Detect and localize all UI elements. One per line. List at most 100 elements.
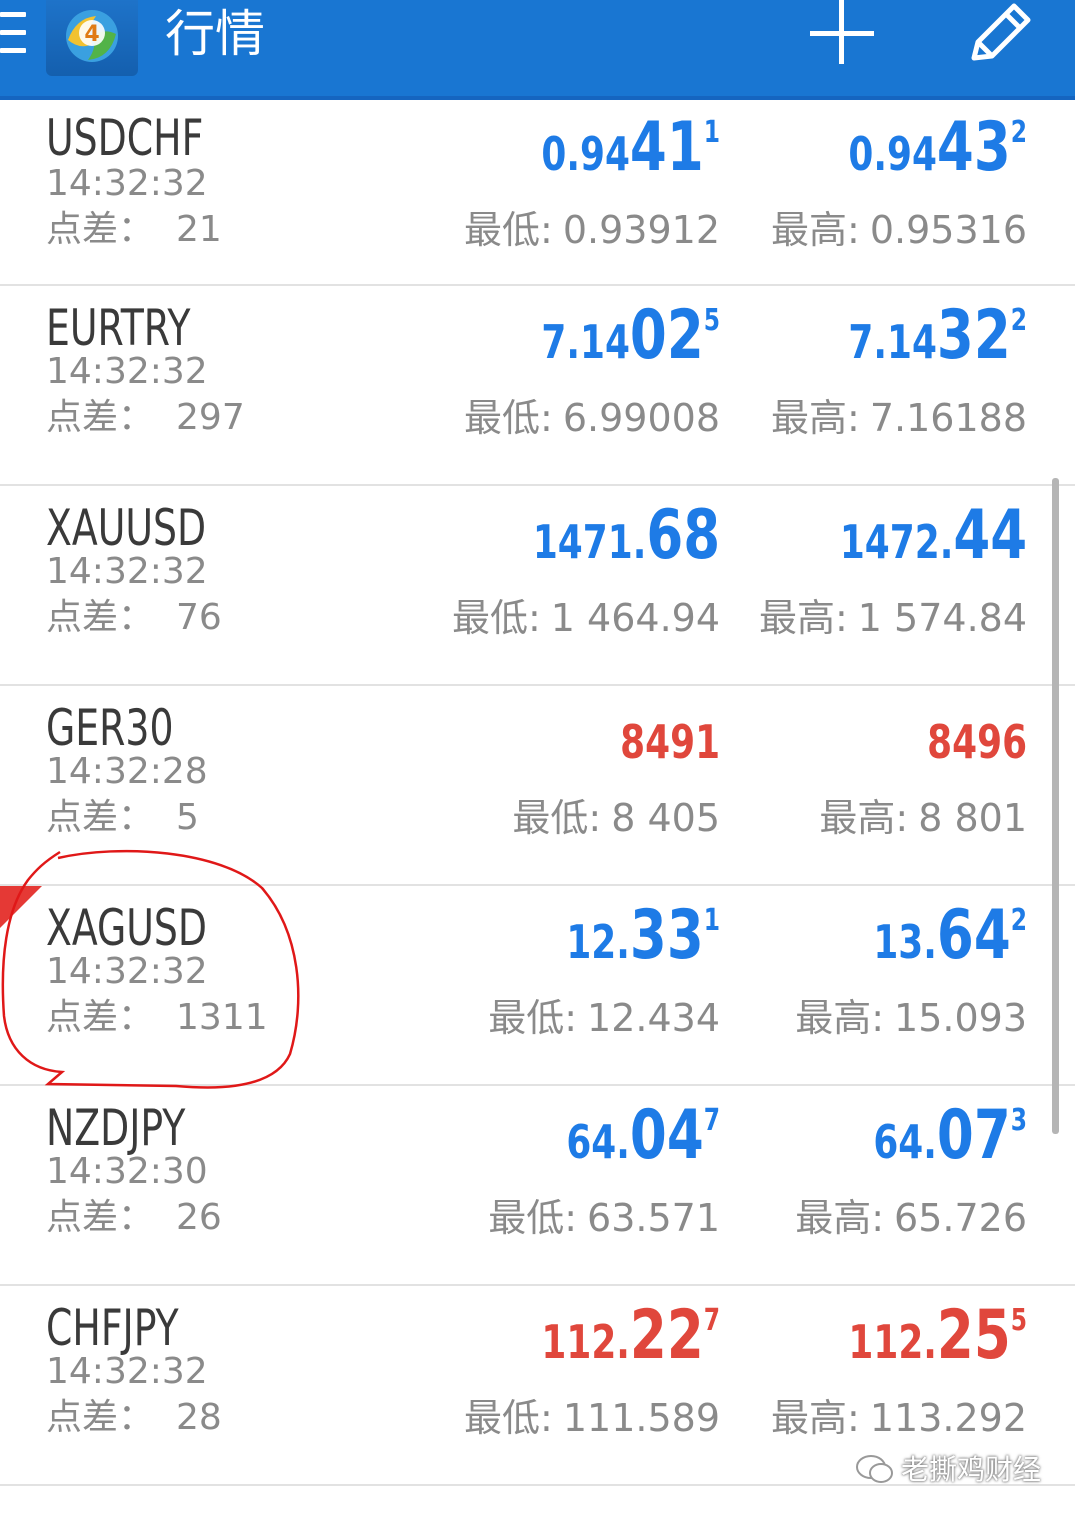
bid-price[interactable]: 12.331 xyxy=(566,896,720,976)
high-value: 8 801 xyxy=(918,796,1027,840)
spread-label: 点差： xyxy=(46,397,155,438)
low-label: 最低: xyxy=(464,1396,553,1440)
quote-row-eurtry[interactable]: EURTRY 14:32:32 点差： 297 7.14025 7.14322 最低: 6.9… xyxy=(0,286,1075,486)
quote-row-nzdjpy[interactable]: NZDJPY 14:32:30 点差： 26 64.047 64.073 最低: 63.571… xyxy=(0,1086,1075,1286)
daily-low: 最低: 1 464.94 xyxy=(452,592,720,644)
daily-high: 最高: 0.95316 xyxy=(771,204,1027,256)
quote-row-ger30[interactable]: GER30 14:32:28 点差： 5 8491 8496 最低: 8 405 最高: 8 80… xyxy=(0,686,1075,886)
spread-value: 297 xyxy=(176,397,245,438)
high-value: 113.292 xyxy=(869,1396,1027,1440)
quote-time: 14:32:32 xyxy=(46,351,208,392)
ask-price[interactable]: 64.073 xyxy=(873,1096,1027,1176)
bid-price-pipette: 1 xyxy=(703,115,720,150)
quote-time: 14:32:28 xyxy=(46,751,208,792)
daily-low: 最低: 6.99008 xyxy=(464,392,720,444)
high-label: 最高: xyxy=(795,1196,885,1240)
ask-price[interactable]: 7.14322 xyxy=(848,296,1027,376)
bid-price-pipette: 1 xyxy=(703,903,720,938)
scrollbar[interactable] xyxy=(1052,478,1059,1134)
add-symbol-button[interactable] xyxy=(806,0,878,66)
bid-price-small: 1471. xyxy=(532,515,647,569)
bid-price-big: 33 xyxy=(629,896,704,975)
high-label: 最高: xyxy=(771,1396,860,1440)
ask-price-big: 07 xyxy=(936,1096,1011,1175)
low-label: 最低: xyxy=(464,208,553,252)
low-value: 0.93912 xyxy=(562,208,720,252)
bid-price[interactable]: 7.14025 xyxy=(541,296,720,376)
daily-high: 最高: 7.16188 xyxy=(771,392,1027,444)
daily-high: 最高: 65.726 xyxy=(795,1192,1027,1244)
ask-price-big: 25 xyxy=(936,1296,1011,1375)
high-label: 最高: xyxy=(795,996,885,1040)
spread-text: 点差： 1311 xyxy=(46,994,268,1042)
quote-time: 14:32:32 xyxy=(46,163,208,204)
spread-text: 点差： 297 xyxy=(46,394,245,442)
quote-time: 14:32:30 xyxy=(46,1151,208,1192)
daily-high: 最高: 8 801 xyxy=(819,792,1027,844)
high-value: 1 574.84 xyxy=(857,596,1027,640)
app-header: 4 行情 xyxy=(0,0,1075,100)
menu-icon[interactable] xyxy=(0,12,26,56)
ask-price-big: 32 xyxy=(936,296,1011,375)
low-value: 6.99008 xyxy=(562,396,720,440)
low-value: 1 464.94 xyxy=(550,596,720,640)
low-value: 8 405 xyxy=(611,796,720,840)
bid-price-big: 02 xyxy=(629,296,704,375)
bid-price[interactable]: 1471.68 xyxy=(533,496,720,576)
quotes-list: USDCHF 14:32:32 点差： 21 0.94411 0.94432 最低: 0.93… xyxy=(0,100,1075,1486)
spread-value: 21 xyxy=(176,209,222,250)
bid-price-pipette: 7 xyxy=(703,1303,720,1338)
spread-text: 点差： 28 xyxy=(46,1394,222,1442)
ask-price-small: 8496 xyxy=(927,715,1027,769)
ask-price-small: 64. xyxy=(873,1115,937,1169)
ask-price-small: 7.14 xyxy=(848,315,937,369)
bid-price-small: 12. xyxy=(566,915,630,969)
high-value: 7.16188 xyxy=(869,396,1027,440)
high-label: 最高: xyxy=(758,596,848,640)
quote-time: 14:32:32 xyxy=(46,551,208,592)
daily-low: 最低: 8 405 xyxy=(512,792,720,844)
ask-price-pipette: 3 xyxy=(1010,1103,1027,1138)
bid-price-small: 8491 xyxy=(620,715,720,769)
ask-price-pipette: 2 xyxy=(1010,303,1027,338)
low-value: 63.571 xyxy=(587,1196,720,1240)
bid-price-big: 04 xyxy=(629,1096,704,1175)
bid-price-big: 41 xyxy=(629,108,704,187)
ask-price[interactable]: 112.255 xyxy=(848,1296,1027,1376)
bid-price[interactable]: 112.227 xyxy=(541,1296,720,1376)
ask-price[interactable]: 0.94432 xyxy=(848,108,1027,188)
low-label: 最低: xyxy=(488,996,578,1040)
spread-value: 28 xyxy=(176,1397,222,1438)
spread-label: 点差： xyxy=(46,1197,155,1238)
low-value: 111.589 xyxy=(562,1396,720,1440)
bid-price[interactable]: 0.94411 xyxy=(541,108,720,188)
quote-row-xauusd[interactable]: XAUUSD 14:32:32 点差： 76 1471.68 1472.44 最低: 1 46… xyxy=(0,486,1075,686)
metatrader-logo-icon[interactable]: 4 xyxy=(46,0,138,76)
wechat-icon xyxy=(855,1455,893,1483)
ask-price[interactable]: 8496 xyxy=(927,696,1027,776)
watermark: 老撕鸡财经 xyxy=(855,1448,1041,1488)
quote-time: 14:32:32 xyxy=(46,1351,208,1392)
ask-price-big: 43 xyxy=(936,108,1011,187)
spread-text: 点差： 21 xyxy=(46,206,222,254)
bid-price-big: 68 xyxy=(646,496,720,575)
high-value: 15.093 xyxy=(894,996,1027,1040)
ask-price-big: 44 xyxy=(953,496,1027,575)
ask-price[interactable]: 13.642 xyxy=(873,896,1027,976)
ask-price[interactable]: 1472.44 xyxy=(840,496,1027,576)
edit-pencil-icon[interactable] xyxy=(962,0,1034,66)
quote-row-xagusd[interactable]: XAGUSD 14:32:32 点差： 1311 12.331 13.642 最低: 12.4… xyxy=(0,886,1075,1086)
watermark-text: 老撕鸡财经 xyxy=(900,1453,1041,1486)
bid-price[interactable]: 64.047 xyxy=(566,1096,720,1176)
high-label: 最高: xyxy=(819,796,909,840)
low-label: 最低: xyxy=(451,596,541,640)
bid-price-pipette: 5 xyxy=(703,303,720,338)
bid-price-small: 112. xyxy=(541,1315,630,1369)
low-label: 最低: xyxy=(488,1196,578,1240)
quote-row-usdchf[interactable]: USDCHF 14:32:32 点差： 21 0.94411 0.94432 最低: 0.93… xyxy=(0,100,1075,286)
daily-low: 最低: 12.434 xyxy=(488,992,720,1044)
ask-price-small: 13. xyxy=(873,915,937,969)
spread-label: 点差： xyxy=(46,997,155,1038)
low-value: 12.434 xyxy=(587,996,720,1040)
bid-price[interactable]: 8491 xyxy=(620,696,720,776)
